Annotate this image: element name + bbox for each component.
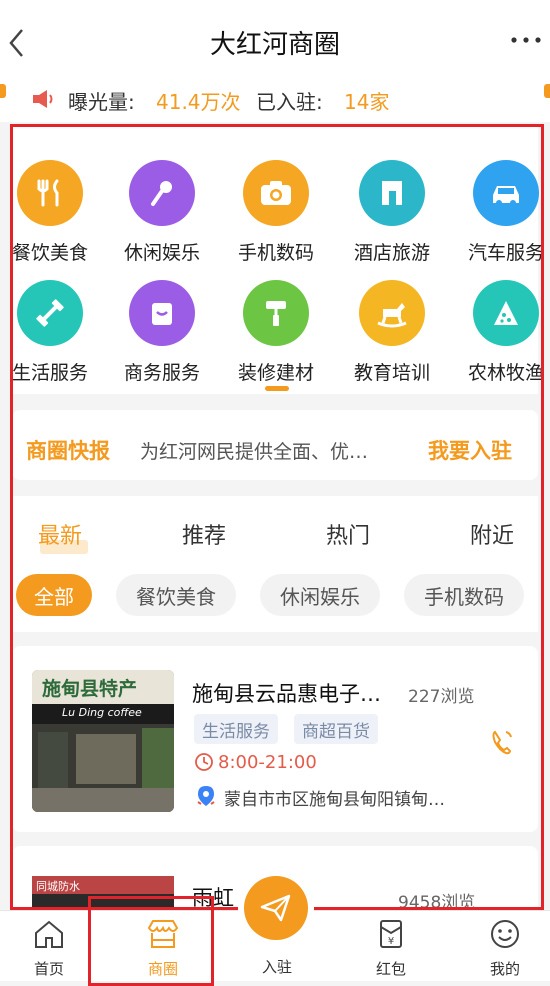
- page-title: 大红河商圈: [209, 30, 340, 60]
- nav-redpack[interactable]: ¥ 红包: [346, 918, 436, 979]
- exposure-value: 41.4万次: [156, 90, 241, 114]
- joined-label: 已入驻:: [256, 90, 323, 114]
- home-icon: [35, 920, 63, 948]
- nav-label: 入驻: [261, 958, 292, 976]
- nav-label: 红包: [375, 960, 406, 978]
- decor-left-edge: [0, 84, 6, 98]
- decor-right-edge: [544, 84, 550, 98]
- paper-plane-icon: [260, 894, 291, 922]
- svg-text:¥: ¥: [388, 936, 394, 947]
- nav-label: 我的: [489, 960, 520, 978]
- nav-join[interactable]: 入驻: [232, 952, 322, 977]
- nav-mine[interactable]: 我的: [460, 918, 550, 979]
- nav-home[interactable]: 首页: [4, 918, 94, 979]
- more-options-icon[interactable]: [508, 30, 544, 50]
- join-fab[interactable]: [244, 876, 308, 940]
- smiley-icon: [491, 920, 519, 948]
- speaker-icon: [33, 90, 53, 108]
- nav-highlight-box: [88, 896, 214, 986]
- red-envelope-icon: ¥: [380, 920, 402, 948]
- joined-value: 14家: [344, 90, 390, 114]
- highlight-box: [10, 124, 544, 910]
- nav-label: 首页: [33, 960, 64, 978]
- exposure-label: 曝光量:: [68, 90, 135, 114]
